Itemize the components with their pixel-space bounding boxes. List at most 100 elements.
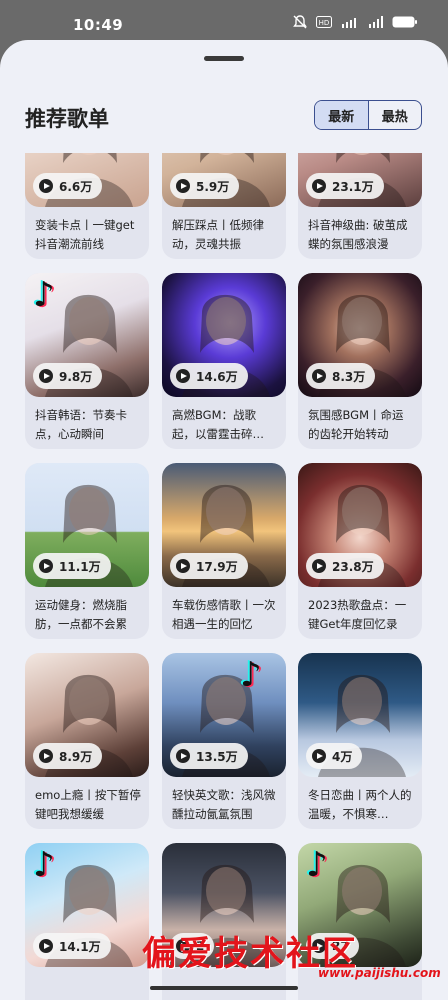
playlist-card[interactable]: 2 <box>162 843 286 1000</box>
play-count: 5.9万 <box>196 179 230 194</box>
playlist-card[interactable]: 14.6万高燃BGM：战歌起，以雷霆击碎… <box>162 273 286 449</box>
tiktok-logo-icon: ♪ <box>33 845 55 885</box>
tab-hottest[interactable]: 最热 <box>367 101 422 129</box>
status-time: 10:49 <box>73 16 124 34</box>
playlist-cover-image[interactable]: 8.9万 <box>25 653 149 777</box>
tiktok-logo-icon: ♪ <box>306 845 328 885</box>
play-count-badge: 4万 <box>306 743 363 769</box>
playlist-cover-image[interactable]: 5.9万 <box>162 153 286 207</box>
watermark-url: www.paijishu.com <box>318 966 441 980</box>
playlist-title: 轻快英文歌：浅风微醺拉动氤氲氛围 <box>172 788 276 821</box>
playlist-card[interactable]: ♪ 9.8万抖音韩语：节奏卡点，心动瞬间 <box>25 273 149 449</box>
play-icon <box>39 179 53 193</box>
playlist-card[interactable]: 8.9万 emo上瘾丨按下暂停键吧我想缓缓 <box>25 653 149 829</box>
drag-handle[interactable] <box>204 56 244 61</box>
play-count-badge: 13.5万 <box>170 743 248 769</box>
play-count: 8.9万 <box>59 749 93 764</box>
page-title: 推荐歌单 <box>25 107 109 131</box>
svg-text:HD: HD <box>319 19 330 27</box>
play-count-badge: 9.8万 <box>33 363 103 389</box>
playlist-card[interactable]: 11.1万运动健身：燃烧脂肪，一点都不会累 <box>25 463 149 639</box>
playlist-cover-image[interactable]: 17.9万 <box>162 463 286 587</box>
playlist-card[interactable]: ♪ 14.1万 <box>25 843 149 1000</box>
play-icon <box>312 179 326 193</box>
playlist-cover-image[interactable]: 8.3万 <box>298 273 422 397</box>
playlist-title: 冬日恋曲丨两个人的温暖，不惧寒… <box>308 788 412 821</box>
playlist-card[interactable]: ♪23.1万抖音神级曲: 破茧成蝶的氛围感浪漫 <box>298 153 422 259</box>
tiktok-logo-icon: ♪ <box>240 655 262 695</box>
playlist-cover-image[interactable]: ♪ 13.5万 <box>162 653 286 777</box>
signal-icon <box>369 16 383 28</box>
playlist-title: 变装卡点丨一键get抖音潮流前线 <box>35 218 135 251</box>
play-count: 23.1万 <box>332 179 374 194</box>
play-count-badge: 14.6万 <box>170 363 248 389</box>
playlist-title: emo上瘾丨按下暂停键吧我想缓缓 <box>35 788 141 821</box>
play-icon <box>39 749 53 763</box>
play-count-badge: 5.9万 <box>170 173 240 199</box>
playlist-card[interactable]: 4万冬日恋曲丨两个人的温暖，不惧寒… <box>298 653 422 829</box>
playlist-cover-image[interactable]: ♪ 14.1万 <box>25 843 149 967</box>
playlist-title: 高燃BGM：战歌起，以雷霆击碎… <box>172 408 264 441</box>
play-count: 8.3万 <box>332 369 366 384</box>
play-count: 13.5万 <box>196 749 238 764</box>
playlist-cover-image[interactable]: 14.6万 <box>162 273 286 397</box>
play-count: 9.8万 <box>59 369 93 384</box>
play-icon <box>39 939 53 953</box>
play-count: 17.9万 <box>196 559 238 574</box>
play-count-badge: 6.6万 <box>33 173 103 199</box>
home-indicator[interactable] <box>150 986 298 990</box>
play-count: 23.8万 <box>332 559 374 574</box>
playlist-card[interactable]: 23.8万 2023热歌盘点：一键Get年度回忆录 <box>298 463 422 639</box>
hd-icon: HD <box>316 16 332 28</box>
play-count: 4万 <box>332 749 353 764</box>
playlist-cover-image[interactable]: 23.8万 <box>298 463 422 587</box>
playlist-card[interactable]: ♪ 13.5万轻快英文歌：浅风微醺拉动氤氲氛围 <box>162 653 286 829</box>
play-icon <box>39 369 53 383</box>
play-icon <box>39 559 53 573</box>
play-count-badge: 8.3万 <box>306 363 376 389</box>
mute-bell-icon <box>293 15 307 29</box>
playlist-card[interactable]: ♪6.6万变装卡点丨一键get抖音潮流前线 <box>25 153 149 259</box>
signal-5g-icon <box>342 18 356 28</box>
playlist-card[interactable]: 8.3万氛围感BGM丨命运的齿轮开始转动 <box>298 273 422 449</box>
status-icons: HD <box>292 14 418 30</box>
play-count-badge: 23.8万 <box>306 553 384 579</box>
playlist-title: 车载伤感情歌丨一次相遇一生的回忆 <box>172 598 276 631</box>
play-count-badge: 17.9万 <box>170 553 248 579</box>
playlist-title: 运动健身：燃烧脂肪，一点都不会累 <box>35 598 127 631</box>
play-icon <box>312 749 326 763</box>
playlist-title: 抖音神级曲: 破茧成蝶的氛围感浪漫 <box>308 218 408 251</box>
play-icon <box>176 559 190 573</box>
playlist-title <box>35 976 141 1000</box>
play-count-badge: 11.1万 <box>33 553 111 579</box>
play-icon <box>176 369 190 383</box>
play-icon <box>312 559 326 573</box>
bottom-sheet: 推荐歌单 最新 最热 ♪6.6万变装卡点丨一键get抖音潮流前线5.9万解压踩点… <box>0 40 448 1000</box>
playlist-title: 氛围感BGM丨命运的齿轮开始转动 <box>308 408 404 441</box>
play-icon <box>312 369 326 383</box>
playlist-cover-image[interactable]: ♪ 9.8万 <box>25 273 149 397</box>
tiktok-logo-icon: ♪ <box>33 275 55 315</box>
play-count: 14.1万 <box>59 939 101 954</box>
playlist-grid[interactable]: ♪6.6万变装卡点丨一键get抖音潮流前线5.9万解压踩点丨低频律动，灵魂共振♪… <box>0 153 448 1000</box>
playlist-cover-image[interactable]: 11.1万 <box>25 463 149 587</box>
playlist-title: 抖音韩语：节奏卡点，心动瞬间 <box>35 408 127 441</box>
battery-icon <box>392 16 417 28</box>
playlist-title: 解压踩点丨低频律动，灵魂共振 <box>172 218 264 251</box>
playlist-cover-image[interactable]: ♪6.6万 <box>25 153 149 207</box>
tab-newest[interactable]: 最新 <box>315 101 368 129</box>
play-count: 11.1万 <box>59 559 101 574</box>
play-count-badge: 23.1万 <box>306 173 384 199</box>
play-count-badge: 14.1万 <box>33 933 111 959</box>
play-count-badge: 8.9万 <box>33 743 103 769</box>
sort-toggle[interactable]: 最新 最热 <box>314 100 422 130</box>
playlist-card[interactable]: 17.9万车载伤感情歌丨一次相遇一生的回忆 <box>162 463 286 639</box>
playlist-title: 2023热歌盘点：一键Get年度回忆录 <box>308 598 407 631</box>
play-icon <box>176 749 190 763</box>
playlist-card[interactable]: 5.9万解压踩点丨低频律动，灵魂共振 <box>162 153 286 259</box>
play-count: 6.6万 <box>59 179 93 194</box>
playlist-cover-image[interactable]: ♪23.1万 <box>298 153 422 207</box>
play-icon <box>176 179 190 193</box>
playlist-cover-image[interactable]: 4万 <box>298 653 422 777</box>
play-count: 14.6万 <box>196 369 238 384</box>
